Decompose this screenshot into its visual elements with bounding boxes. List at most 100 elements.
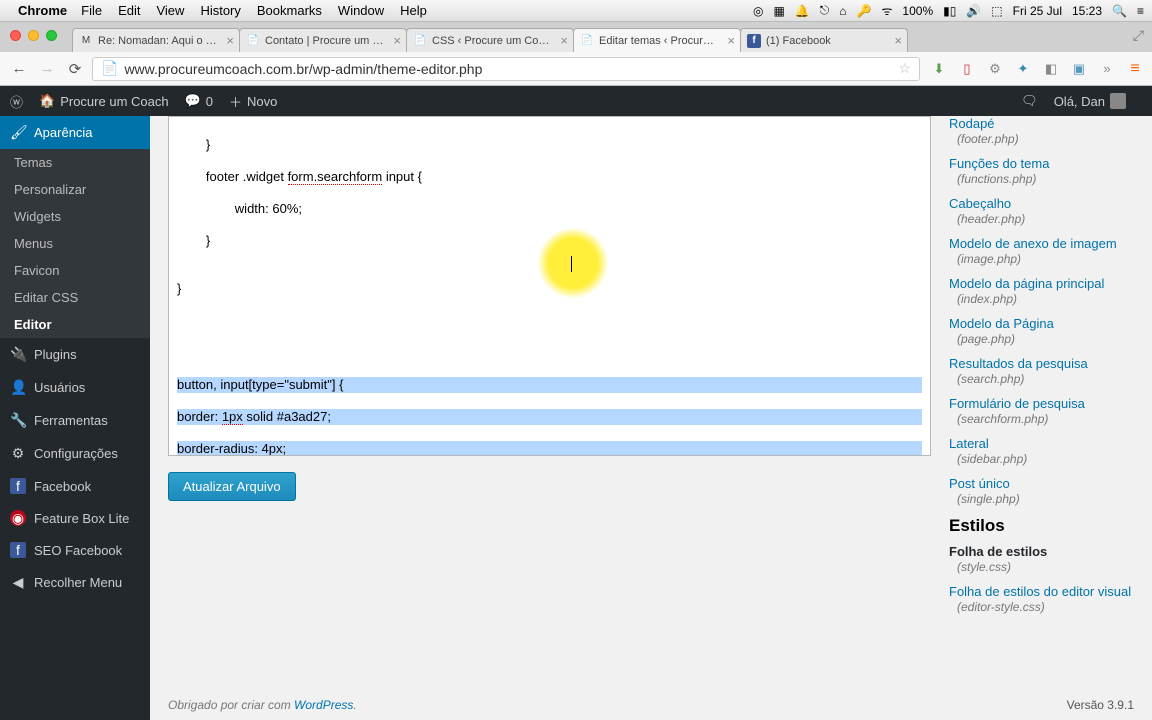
submenu-widgets[interactable]: Widgets (0, 203, 150, 230)
wordpress-link[interactable]: WordPress (294, 698, 353, 712)
menu-users[interactable]: 👤Usuários (0, 371, 150, 404)
fullscreen-icon[interactable]: ⤢ (1133, 27, 1144, 44)
menu-file[interactable]: File (81, 3, 102, 18)
stylesheet-link[interactable]: Folha de estilos do editor visual(editor… (949, 584, 1134, 614)
menu-feature-box[interactable]: ◉Feature Box Lite (0, 502, 150, 534)
tabstrip: MRe: Nomadan: Aqui o víde× 📄Contato | Pr… (0, 22, 1152, 52)
template-list: Rodapé(footer.php) Funções do tema(funct… (949, 116, 1134, 624)
favicon-icon: 📄 (246, 34, 260, 48)
extension-icon[interactable]: ▣ (1070, 60, 1088, 78)
template-link[interactable]: Formulário de pesquisa(searchform.php) (949, 396, 1134, 426)
forward-button[interactable]: → (36, 58, 58, 80)
zoom-window-button[interactable] (46, 30, 57, 41)
menu-collapse[interactable]: ◀Recolher Menu (0, 566, 150, 599)
template-link[interactable]: Cabeçalho(header.php) (949, 196, 1134, 226)
submenu-temas[interactable]: Temas (0, 149, 150, 176)
stylesheet-link-current[interactable]: Folha de estilos(style.css) (949, 544, 1134, 574)
template-link[interactable]: Post único(single.php) (949, 476, 1134, 506)
site-link[interactable]: 🏠 Procure um Coach (39, 93, 169, 109)
menubar-time[interactable]: 15:23 (1072, 4, 1102, 18)
template-link[interactable]: Funções do tema(functions.php) (949, 156, 1134, 186)
menu-help[interactable]: Help (400, 3, 427, 18)
menu-settings[interactable]: ⚙Configurações (0, 437, 150, 470)
minimize-window-button[interactable] (28, 30, 39, 41)
styles-heading: Estilos (949, 516, 1134, 536)
submenu-favicon[interactable]: Favicon (0, 257, 150, 284)
template-link[interactable]: Resultados da pesquisa(search.php) (949, 356, 1134, 386)
pinterest-icon: ◉ (10, 510, 26, 526)
close-tab-icon[interactable]: × (894, 33, 902, 48)
browser-tab[interactable]: MRe: Nomadan: Aqui o víde× (72, 28, 240, 52)
menu-window[interactable]: Window (338, 3, 384, 18)
close-tab-icon[interactable]: × (727, 33, 735, 48)
template-link[interactable]: Modelo da página principal(index.php) (949, 276, 1134, 306)
update-file-button[interactable]: Atualizar Arquivo (168, 472, 296, 501)
close-tab-icon[interactable]: × (393, 33, 401, 48)
page-info-icon[interactable]: 📄 (101, 60, 118, 77)
footer-thanks: Obrigado por criar com WordPress. (168, 698, 357, 712)
close-window-button[interactable] (10, 30, 21, 41)
template-link[interactable]: Modelo de anexo de imagem(image.php) (949, 236, 1134, 266)
submenu-editar-css[interactable]: Editar CSS (0, 284, 150, 311)
browser-tab-active[interactable]: 📄Editar temas ‹ Procure um× (573, 28, 741, 52)
browser-tab[interactable]: 📄CSS ‹ Procure um Coach× (406, 28, 574, 52)
menu-tools[interactable]: 🔧Ferramentas (0, 404, 150, 437)
toolbar: ← → ⟳ 📄 www.procureumcoach.com.br/wp-adm… (0, 52, 1152, 86)
submenu-menus[interactable]: Menus (0, 230, 150, 257)
volume-icon[interactable]: 🔊 (966, 4, 981, 18)
wifi-icon[interactable]: ᯤ (881, 2, 892, 19)
comments-link[interactable]: 💬 0 (185, 93, 213, 109)
menu-bookmarks[interactable]: Bookmarks (257, 3, 322, 18)
template-link[interactable]: Modelo da Página(page.php) (949, 316, 1134, 346)
close-tab-icon[interactable]: × (226, 33, 234, 48)
spotlight-icon[interactable]: 🔍 (1112, 4, 1127, 18)
template-link[interactable]: Lateral(sidebar.php) (949, 436, 1134, 466)
browser-tab[interactable]: 📄Contato | Procure um Coa× (239, 28, 407, 52)
chrome-menu-icon[interactable]: ≡ (1126, 60, 1144, 78)
extension-icon[interactable]: ⚙ (986, 60, 1004, 78)
extension-icon[interactable]: ⬇ (930, 60, 948, 78)
reload-button[interactable]: ⟳ (64, 58, 86, 80)
extension-icon[interactable]: ▯ (958, 60, 976, 78)
menu-edit[interactable]: Edit (118, 3, 140, 18)
extension-icon[interactable]: ✦ (1014, 60, 1032, 78)
wp-admin-bar: ⓦ 🏠 Procure um Coach 💬 0 ＋ Novo 🗨 Olá, D… (0, 86, 1152, 116)
template-link[interactable]: Rodapé(footer.php) (949, 116, 1134, 146)
menu-history[interactable]: History (200, 3, 240, 18)
back-button[interactable]: ← (8, 58, 30, 80)
code-editor[interactable]: } footer .widget form.searchform input {… (168, 116, 931, 456)
wp-version: Versão 3.9.1 (1067, 698, 1134, 712)
battery-icon: ▮▯ (943, 4, 956, 18)
extension-icon[interactable]: ◧ (1042, 60, 1060, 78)
mac-app-name[interactable]: Chrome (18, 3, 67, 18)
window-controls (10, 30, 57, 41)
bell-icon[interactable]: 🔔 (795, 4, 810, 18)
url-text: www.procureumcoach.com.br/wp-admin/theme… (124, 61, 482, 77)
account-link[interactable]: Olá, Dan (1054, 93, 1126, 109)
menu-view[interactable]: View (156, 3, 184, 18)
chrome-window: ⤢ MRe: Nomadan: Aqui o víde× 📄Contato | … (0, 22, 1152, 86)
browser-tab[interactable]: f(1) Facebook× (740, 28, 908, 52)
wp-logo-icon[interactable]: ⓦ (10, 92, 23, 111)
favicon-icon: 📄 (413, 34, 427, 48)
battery-pct: 100% (902, 4, 933, 18)
submenu-personalizar[interactable]: Personalizar (0, 176, 150, 203)
status-icon: ▦ (773, 4, 784, 18)
notification-center-icon[interactable]: ≡ (1137, 4, 1144, 18)
close-tab-icon[interactable]: × (560, 33, 568, 48)
bookmark-star-icon[interactable]: ☆ (898, 60, 911, 77)
bubble-icon[interactable]: 🗨 (1021, 93, 1038, 109)
facebook-icon: f (10, 542, 26, 558)
menu-facebook[interactable]: fFacebook (0, 470, 150, 502)
menubar-date[interactable]: Fri 25 Jul (1013, 4, 1062, 18)
facebook-icon: f (10, 478, 26, 494)
extensions-more-icon[interactable]: » (1098, 60, 1116, 78)
menu-plugins[interactable]: 🔌Plugins (0, 338, 150, 371)
menu-appearance[interactable]: 🖌Aparência (0, 116, 150, 149)
menu-seo-facebook[interactable]: fSEO Facebook (0, 534, 150, 566)
address-bar[interactable]: 📄 www.procureumcoach.com.br/wp-admin/the… (92, 57, 920, 81)
new-link[interactable]: ＋ Novo (229, 92, 277, 111)
user-icon: 👤 (10, 379, 26, 396)
favicon-gmail-icon: M (79, 34, 93, 48)
submenu-editor[interactable]: Editor (0, 311, 150, 338)
